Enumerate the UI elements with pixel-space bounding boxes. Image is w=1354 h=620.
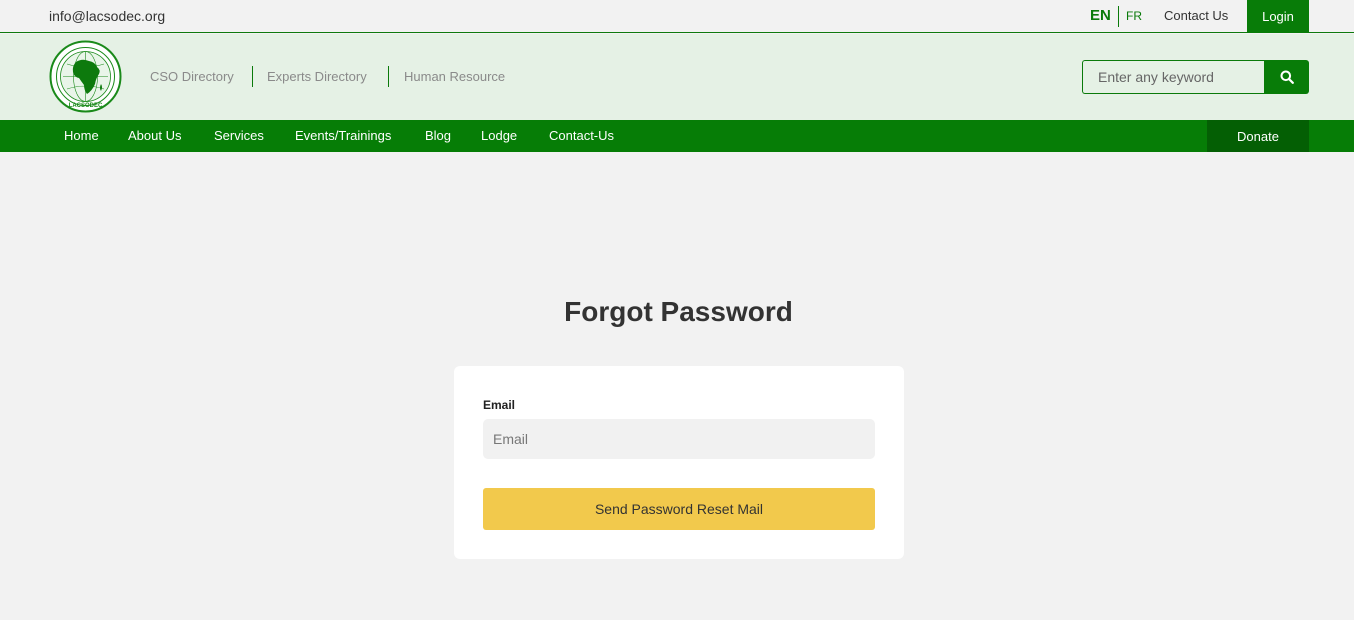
contact-us-link[interactable]: Contact Us bbox=[1164, 8, 1228, 23]
site-header: LACSODEC CSO Directory Experts Directory… bbox=[0, 34, 1354, 120]
language-en[interactable]: EN bbox=[1090, 7, 1111, 24]
contact-email[interactable]: info@lacsodec.org bbox=[49, 8, 165, 24]
cso-directory-link[interactable]: CSO Directory bbox=[150, 69, 234, 84]
nav-item-about-us[interactable]: About Us bbox=[128, 128, 181, 143]
page-title: Forgot Password bbox=[564, 296, 793, 327]
main-nav: Home About Us Services Events/Trainings … bbox=[0, 120, 1354, 152]
language-fr[interactable]: FR bbox=[1126, 9, 1142, 23]
nav-item-lodge[interactable]: Lodge bbox=[481, 128, 517, 143]
search-box bbox=[1082, 60, 1264, 94]
search-button[interactable] bbox=[1264, 60, 1309, 94]
search-input[interactable] bbox=[1083, 61, 1264, 93]
search-icon bbox=[1280, 70, 1294, 84]
email-field[interactable] bbox=[483, 419, 875, 459]
nav-item-services[interactable]: Services bbox=[214, 128, 264, 143]
send-reset-mail-button[interactable]: Send Password Reset Mail bbox=[483, 488, 875, 530]
email-label: Email bbox=[483, 398, 516, 412]
nav-item-blog[interactable]: Blog bbox=[425, 128, 451, 143]
language-divider bbox=[1118, 6, 1119, 27]
donate-button[interactable]: Donate bbox=[1207, 120, 1309, 152]
lacsodec-logo[interactable]: LACSODEC bbox=[49, 40, 122, 113]
directory-divider bbox=[252, 66, 253, 87]
top-bar: info@lacsodec.org EN FR Contact Us Login bbox=[0, 0, 1354, 33]
forgot-password-form: Email Send Password Reset Mail bbox=[454, 366, 904, 559]
human-resource-link[interactable]: Human Resource bbox=[404, 69, 505, 84]
login-button[interactable]: Login bbox=[1247, 0, 1309, 33]
nav-item-events-trainings[interactable]: Events/Trainings bbox=[295, 128, 391, 143]
logo-text: LACSODEC bbox=[69, 103, 103, 109]
experts-directory-link[interactable]: Experts Directory bbox=[267, 69, 367, 84]
directory-divider bbox=[388, 66, 389, 87]
nav-item-home[interactable]: Home bbox=[64, 128, 99, 143]
nav-item-contact-us[interactable]: Contact-Us bbox=[549, 128, 614, 143]
